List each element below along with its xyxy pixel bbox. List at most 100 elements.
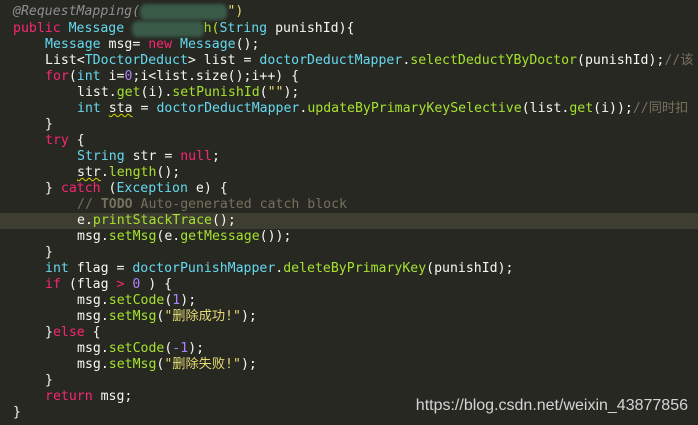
type-name: String: [219, 21, 268, 36]
code-line: try {: [0, 133, 698, 149]
string-literal: "删除成功!": [164, 309, 241, 324]
keyword: return: [45, 389, 93, 404]
type-name: String: [77, 149, 125, 164]
code-text: .: [100, 165, 109, 180]
keyword: null: [180, 149, 212, 164]
code-text: (punishId);: [426, 261, 514, 276]
code-line: int flag = doctorPunishMapper.deleteByPr…: [0, 261, 698, 277]
type-name: Message: [172, 37, 236, 52]
code-line: msg.setMsg("删除失败!");: [0, 357, 698, 373]
code-text: punishId){: [267, 21, 355, 36]
code-text: ();: [211, 213, 236, 228]
comment: //同时扣: [632, 101, 689, 116]
code-line: }: [0, 373, 698, 389]
code-line: int sta = doctorDeductMapper.updateByPri…: [0, 101, 698, 117]
code-text: msg.: [77, 309, 109, 324]
code-line: String str = null;: [0, 149, 698, 165]
code-line: @RequestMapping(xxxxxxxxxxx"): [0, 4, 698, 20]
code-line: }: [0, 245, 698, 261]
code-text: }: [45, 117, 53, 132]
code-editor[interactable]: @RequestMapping(xxxxxxxxxxx") public Mes…: [0, 0, 698, 425]
keyword: new: [148, 37, 173, 52]
method-name: printStackTrace: [92, 213, 212, 228]
keyword: if: [45, 277, 61, 292]
code-text: );: [240, 309, 257, 324]
keyword: int: [77, 101, 101, 116]
code-text: }: [45, 181, 61, 196]
field-name: doctorPunishMapper: [132, 261, 276, 276]
code-line: list.get(i).setPunishId("");: [0, 85, 698, 101]
code-line: }: [0, 117, 698, 133]
code-text: msg: [100, 37, 133, 52]
code-text: flag =: [68, 261, 133, 276]
code-line: if (flag > 0 ) {: [0, 277, 698, 293]
method-name: get: [116, 85, 141, 100]
code-text: ;: [211, 149, 220, 164]
code-text: ());: [259, 229, 292, 244]
type-name: TDoctorDeduct: [84, 53, 188, 68]
code-text: {: [84, 325, 101, 340]
code-text: ) {: [140, 277, 173, 292]
code-text: sta: [108, 101, 133, 116]
annotation: @RequestMapping(: [13, 4, 141, 19]
method-name: setCode: [108, 341, 165, 356]
code-text: msg.: [77, 357, 109, 372]
string-literal: "": [267, 85, 284, 100]
code-line: msg.setMsg("删除成功!");: [0, 309, 698, 325]
code-line: Message msg= new Message();: [0, 37, 698, 53]
code-text: =: [132, 101, 157, 116]
keyword: int: [45, 261, 69, 276]
code-text: List<: [45, 53, 85, 68]
code-text: (: [68, 69, 77, 84]
method-name: selectDeductYByDoctor: [410, 53, 577, 68]
code-text: );: [283, 85, 300, 100]
code-line-current: e.printStackTrace();: [0, 213, 698, 229]
code-line: }else {: [0, 325, 698, 341]
code-text: e.: [77, 213, 93, 228]
keyword: try: [45, 133, 69, 148]
method-name: length: [108, 165, 157, 180]
code-text: );: [188, 341, 205, 356]
code-text: str: [77, 165, 101, 180]
code-text: ;i<list.size();i++) {: [132, 69, 300, 84]
keyword: int: [76, 69, 101, 84]
method-name: setMsg: [108, 229, 157, 244]
code-text: (punishId);: [577, 53, 665, 68]
code-text: }: [13, 405, 21, 420]
string-literal: "删除失败!": [164, 357, 241, 372]
code-line: msg.setCode(-1);: [0, 341, 698, 357]
method-name: setCode: [108, 293, 165, 308]
comment: Auto-generated catch block: [132, 197, 347, 212]
todo-marker: TODO: [100, 197, 133, 212]
field-name: doctorDeductMapper: [259, 53, 403, 68]
code-text: list.: [77, 85, 117, 100]
code-text: ();: [156, 165, 181, 180]
code-line: msg.setCode(1);: [0, 293, 698, 309]
code-text: (i).: [140, 85, 173, 100]
code-line: for(int i=0;i<list.size();i++) {: [0, 69, 698, 85]
method-name: updateByPrimaryKeySelective: [307, 101, 522, 116]
code-text: );: [240, 357, 257, 372]
code-text: }: [45, 245, 53, 260]
keyword: public: [13, 21, 61, 36]
code-text: (i));: [593, 101, 633, 116]
method-name: h(: [203, 21, 220, 36]
code-text: ();: [235, 37, 260, 52]
code-text: }: [45, 325, 53, 340]
code-line: List<TDoctorDeduct> list = doctorDeductM…: [0, 53, 698, 69]
code-line: str.length();: [0, 165, 698, 181]
code-text: e) {: [187, 181, 228, 196]
code-text: i=: [100, 69, 125, 84]
code-text: msg.: [77, 341, 109, 356]
code-line: } catch (Exception e) {: [0, 181, 698, 197]
code-text: msg.: [77, 229, 109, 244]
type-name: Exception: [116, 181, 188, 196]
string-literal: "): [227, 4, 244, 19]
code-text: (e.: [156, 229, 181, 244]
code-text: );: [180, 293, 197, 308]
code-line: public Message xxxxxxxxxh(String punishI…: [0, 21, 698, 37]
redacted-text: xxxxxxxxx: [132, 21, 204, 37]
method-name: getMessage: [180, 229, 260, 244]
code-line: // TODO Auto-generated catch block: [0, 197, 698, 213]
keyword: else: [52, 325, 85, 340]
